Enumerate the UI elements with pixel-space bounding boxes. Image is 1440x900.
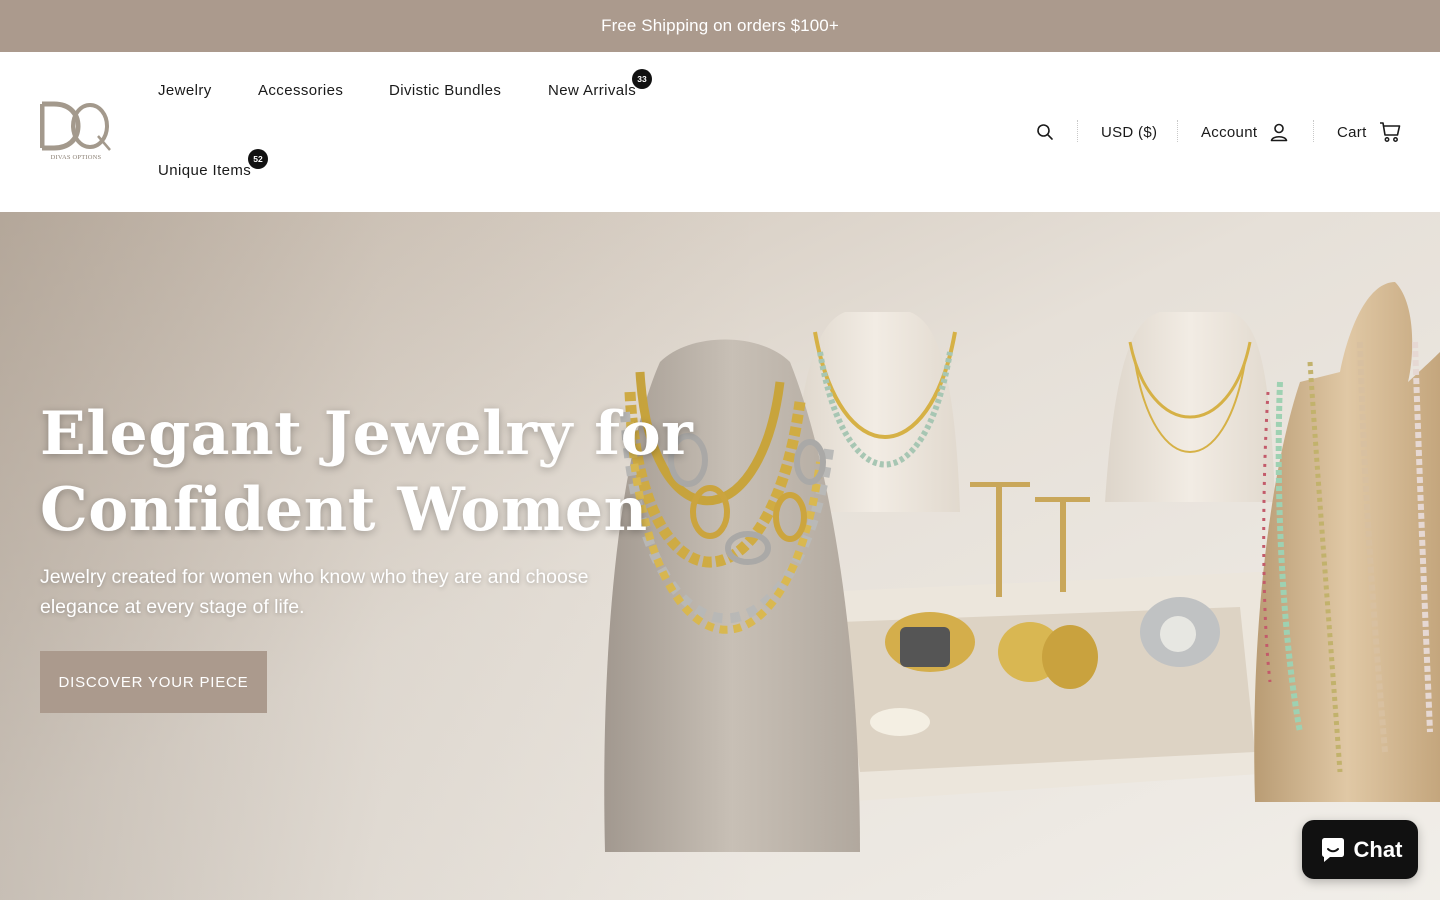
search-button[interactable] <box>1036 121 1054 143</box>
hero-subtitle: Jewelry created for women who know who t… <box>40 566 589 618</box>
nav-unique-items[interactable]: Unique Items <box>158 162 251 179</box>
chat-bubble-icon <box>1321 837 1344 862</box>
account-link[interactable]: Account <box>1201 121 1289 143</box>
announcement-bar: Free Shipping on orders $100+ <box>0 0 1440 52</box>
new-arrivals-count-badge: 33 <box>632 69 652 89</box>
cart-label: Cart <box>1337 123 1367 141</box>
user-icon <box>1271 123 1288 142</box>
utility-divider <box>1177 120 1178 142</box>
currency-selector[interactable]: USD ($) <box>1101 121 1157 143</box>
hero-title-line-1: Elegant Jewelry for <box>40 399 694 469</box>
logo-mark-icon <box>40 101 111 151</box>
account-label: Account <box>1201 123 1258 141</box>
utility-divider <box>1313 120 1314 142</box>
announcement-text: Free Shipping on orders $100+ <box>601 16 839 35</box>
hero-title: Elegant Jewelry for Confident Women <box>40 396 760 548</box>
hero-jewelry-display-image <box>0 212 1440 900</box>
logo-text: DIVAS OPTIONS <box>50 154 102 161</box>
utility-divider <box>1077 120 1078 142</box>
unique-items-count-badge: 52 <box>248 149 268 169</box>
hero-title-line-2: Confident Women <box>40 475 648 545</box>
chat-label: Chat <box>1353 836 1403 862</box>
hero-banner: Elegant Jewelry for Confident Women Jewe… <box>0 212 1440 900</box>
nav-jewelry[interactable]: Jewelry <box>158 82 212 99</box>
site-header: DIVAS OPTIONS Jewelry Accessories Divist… <box>0 52 1440 212</box>
nav-accessories[interactable]: Accessories <box>258 82 343 99</box>
search-icon <box>1037 124 1053 140</box>
chat-widget-button[interactable]: Chat <box>1302 820 1418 879</box>
discover-your-piece-button[interactable]: DISCOVER YOUR PIECE <box>40 651 267 713</box>
cart-link[interactable]: Cart <box>1337 121 1401 143</box>
nav-new-arrivals[interactable]: New Arrivals <box>548 82 636 99</box>
brand-logo[interactable]: DIVAS OPTIONS <box>40 100 112 166</box>
nav-divistic-bundles[interactable]: Divistic Bundles <box>389 82 501 99</box>
cart-icon <box>1379 122 1400 142</box>
currency-label: USD ($) <box>1101 123 1158 141</box>
